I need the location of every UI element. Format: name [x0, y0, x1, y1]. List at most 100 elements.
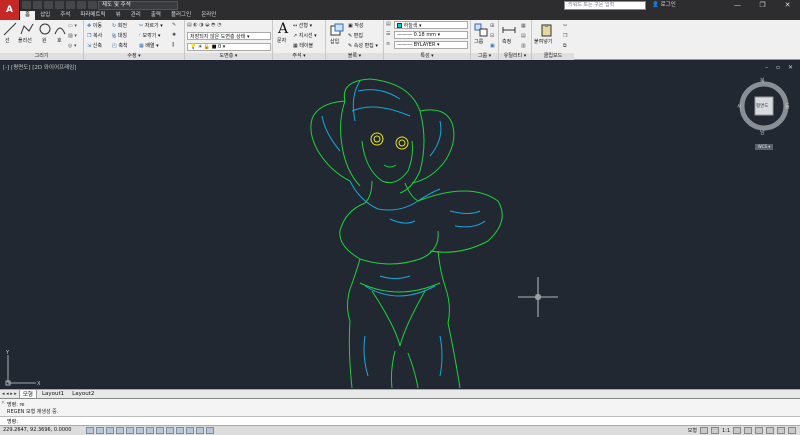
create-block-button[interactable]: ▣ 작성 — [348, 22, 364, 29]
arc-icon[interactable] — [53, 22, 67, 36]
annotation-visibility-icon[interactable] — [733, 427, 741, 434]
table-button[interactable]: ▦ 테이블 — [293, 42, 313, 49]
copy-button[interactable]: ❐ 복사 — [87, 32, 102, 39]
trim-button[interactable]: ✂ 자르기 ▾ — [139, 22, 163, 29]
tab-output[interactable]: 출력 — [146, 11, 166, 20]
layer-state-dropdown[interactable]: 저장되지 않은 도면층 상태 ▾ — [187, 32, 271, 40]
leader-button[interactable]: ↗ 지시선 ▾ — [293, 32, 317, 39]
command-input[interactable]: 명령: — [0, 416, 800, 425]
snap-toggle[interactable] — [86, 427, 94, 434]
annotation-scale[interactable]: 1:1 — [722, 428, 730, 434]
circle-icon[interactable] — [38, 22, 52, 36]
lock-icon[interactable] — [755, 427, 763, 434]
stretch-button[interactable]: ⇲ 신축 — [87, 42, 102, 49]
insert-block-icon[interactable] — [330, 23, 344, 37]
otrack-toggle[interactable] — [146, 427, 154, 434]
workspace-switch-icon[interactable] — [744, 427, 752, 434]
ungroup-icon[interactable]: ⊞ — [490, 23, 494, 29]
qp-toggle[interactable] — [196, 427, 204, 434]
move-button[interactable]: ✥ 이동 — [87, 22, 102, 29]
modify-panel-title[interactable]: 수정 ▾ — [84, 53, 184, 60]
rotate-button[interactable]: ↻ 회전 — [112, 22, 127, 29]
groups-panel-title[interactable]: 그룹 ▾ — [471, 53, 498, 60]
command-window-grip[interactable]: ✕ — [1, 400, 5, 406]
copy-clip-icon[interactable]: ❐ — [563, 33, 567, 39]
edit-block-button[interactable]: ✎ 편집 — [348, 32, 363, 39]
group-select-icon[interactable]: ▣ — [490, 43, 495, 49]
viewcube-face-label[interactable]: 평면도 — [756, 103, 768, 109]
minimize-button[interactable]: — — [725, 0, 750, 10]
grid-toggle[interactable] — [96, 427, 104, 434]
draw-more-icon[interactable]: ▭ ▾ — [68, 23, 77, 29]
calculator-icon[interactable]: ▤ — [521, 33, 526, 39]
layers-panel-title[interactable]: 도면층 ▾ — [185, 53, 272, 60]
maximize-button[interactable]: ❐ — [750, 0, 775, 10]
paste-icon[interactable] — [540, 23, 554, 37]
quick-view-layouts-icon[interactable] — [699, 427, 708, 434]
tab-layout2[interactable]: Layout2 — [69, 391, 97, 397]
signin-button[interactable]: 👤 로그인 — [652, 1, 676, 10]
id-point-icon[interactable]: ▥ — [521, 43, 526, 49]
new-icon[interactable] — [22, 1, 31, 9]
isolate-objects-icon[interactable] — [777, 427, 785, 434]
fillet-button[interactable]: ◜ 모깎기 ▾ — [139, 32, 160, 39]
redo-icon[interactable] — [88, 1, 97, 9]
annotation-panel-title[interactable]: 주석 ▾ — [273, 53, 325, 60]
tab-parametric[interactable]: 파라메트릭 — [75, 11, 110, 20]
tab-layout1[interactable]: Layout1 — [39, 391, 67, 397]
ducs-toggle[interactable] — [156, 427, 164, 434]
plot-icon[interactable] — [66, 1, 75, 9]
viewcube-south[interactable]: 남 — [760, 129, 765, 136]
save-as-icon[interactable] — [55, 1, 64, 9]
polar-toggle[interactable] — [116, 427, 124, 434]
explode-icon[interactable]: ✹ — [172, 32, 176, 38]
group-edit-icon[interactable]: ⊟ — [490, 33, 494, 39]
coordinate-readout[interactable]: 229.2647, 92.3696, 0.0000 — [3, 427, 71, 433]
utilities-panel-title[interactable]: 유틸리티 ▾ — [499, 53, 531, 60]
save-icon[interactable] — [44, 1, 53, 9]
measure-icon[interactable] — [502, 23, 516, 37]
quick-select-icon[interactable]: ▦ — [521, 23, 526, 29]
lineweight-dropdown[interactable]: ——— 0.18 mm ▾ — [394, 31, 468, 39]
lwt-toggle[interactable] — [176, 427, 184, 434]
text-icon[interactable]: A — [278, 21, 288, 37]
model-space-button[interactable]: 모형 — [688, 427, 697, 434]
drawing-viewport[interactable]: [-] [평면도] [2D 와이어프레임] – ▫ ✕ Y X 북 남 서 동 … — [0, 61, 800, 388]
open-icon[interactable] — [33, 1, 42, 9]
3dosnap-toggle[interactable] — [136, 427, 144, 434]
array-button[interactable]: ▦ 배열 ▾ — [139, 42, 159, 49]
ortho-toggle[interactable] — [106, 427, 114, 434]
viewcube-west[interactable]: 서 — [737, 103, 742, 110]
linetype-dropdown[interactable]: ——— BYLAYER ▾ — [394, 41, 468, 49]
properties-panel-title[interactable]: 특성 ▾ — [384, 53, 470, 60]
hardware-acceleration-icon[interactable] — [766, 427, 774, 434]
mirror-button[interactable]: ⧎ 대칭 — [112, 32, 127, 39]
region-icon[interactable]: ◎ ▾ — [68, 43, 76, 49]
group-icon[interactable] — [474, 23, 488, 37]
tab-home[interactable]: 홈 — [20, 11, 36, 20]
workspace-dropdown[interactable]: 제도 및 주석 — [98, 1, 178, 10]
clean-screen-icon[interactable] — [788, 427, 796, 434]
quick-view-drawings-icon[interactable] — [710, 427, 719, 434]
layer-dropdown[interactable]: 💡 ☀ 🔓 ■ 0 ▾ — [187, 43, 271, 51]
clipboard-panel-title[interactable]: 클립보드 — [532, 53, 574, 60]
close-button[interactable]: ✕ — [775, 0, 800, 10]
copy-link-icon[interactable]: ⧉ — [563, 43, 567, 49]
tab-online[interactable]: 온라인 — [196, 11, 221, 20]
tab-manage[interactable]: 관리 — [126, 11, 146, 20]
match-properties-icon[interactable]: ▤ — [386, 21, 391, 27]
edit-attributes-button[interactable]: ✎ 속성 편집 ▾ — [348, 42, 378, 49]
erase-icon[interactable]: ✎ — [172, 22, 176, 28]
search-input[interactable]: 키워드 또는 구문 입력 — [564, 1, 646, 10]
tab-annotate[interactable]: 주석 — [55, 11, 75, 20]
application-menu-button[interactable]: A — [0, 0, 20, 20]
scale-button[interactable]: ◰ 축척 — [112, 42, 128, 49]
tab-plugins[interactable]: 플러그인 — [166, 11, 196, 20]
drawing-canvas[interactable]: Y X — [0, 61, 800, 388]
tpy-toggle[interactable] — [186, 427, 194, 434]
draw-panel-title[interactable]: 그리기 — [0, 53, 83, 60]
dyn-toggle[interactable] — [166, 427, 174, 434]
undo-icon[interactable] — [77, 1, 86, 9]
block-panel-title[interactable]: 블록 ▾ — [326, 53, 383, 60]
dimension-button[interactable]: ↔ 선형 ▾ — [293, 22, 312, 29]
